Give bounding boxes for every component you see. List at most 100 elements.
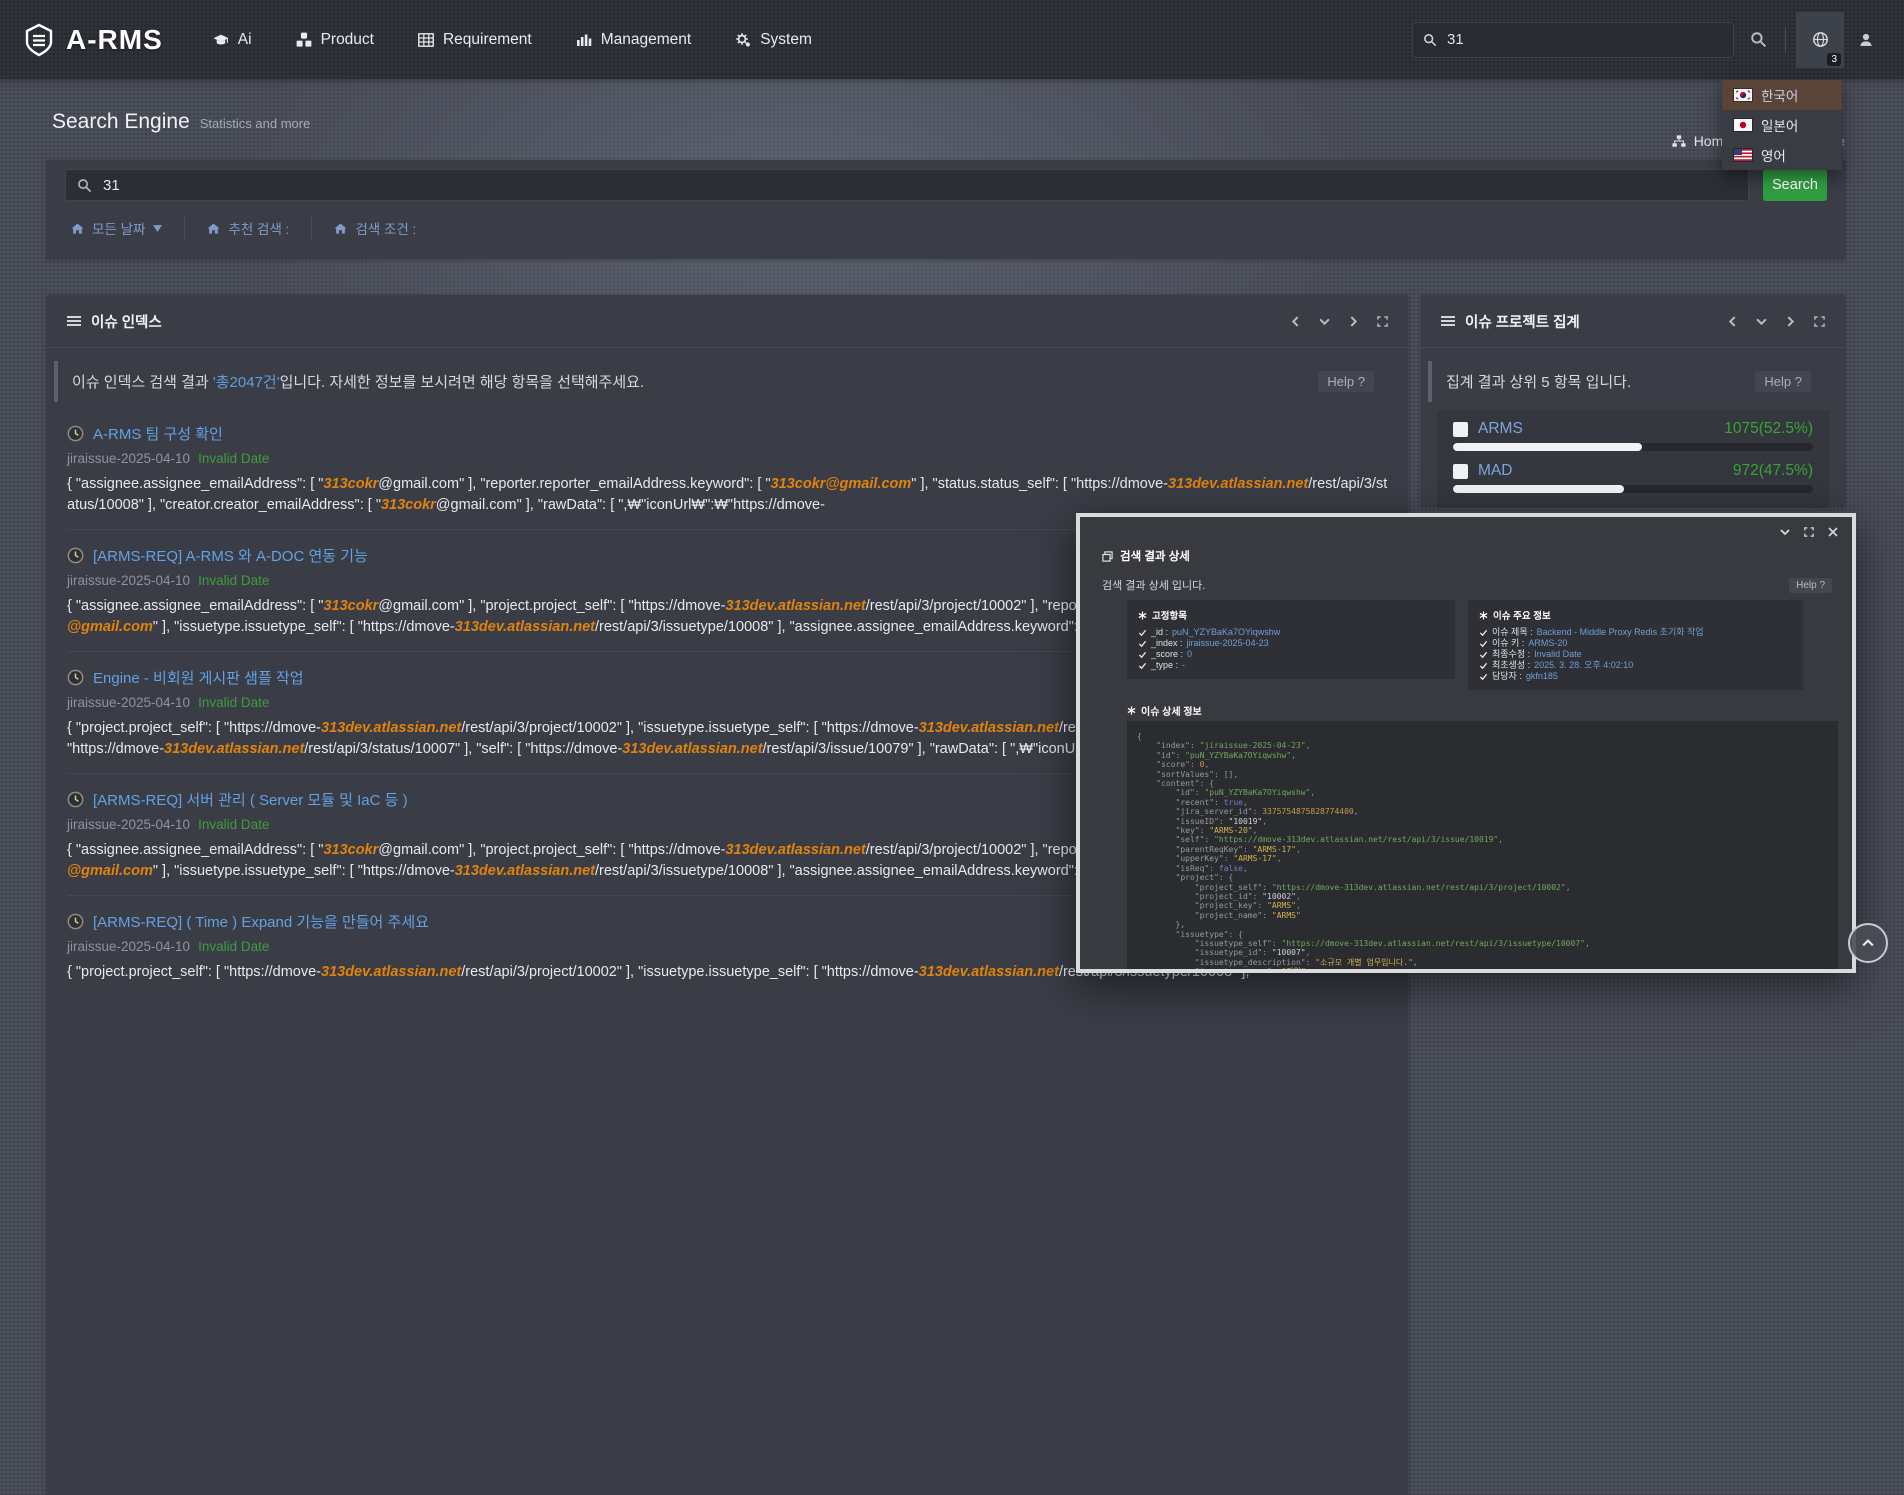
language-button[interactable]: 3 — [1796, 12, 1844, 68]
table-icon — [418, 32, 434, 48]
search-icon — [1423, 33, 1437, 47]
panel-control-2[interactable] — [1756, 316, 1767, 327]
clock-icon — [67, 913, 84, 930]
modal-control-3[interactable] — [1828, 527, 1838, 537]
json-line: "project_key": "ARMS", — [1137, 901, 1828, 910]
clock-icon — [67, 791, 84, 808]
user-icon — [1858, 32, 1874, 48]
detail-field-value: - — [1182, 660, 1185, 671]
agg-checkbox[interactable] — [1453, 422, 1468, 437]
agg-label[interactable]: MAD — [1478, 462, 1512, 480]
scroll-top-button[interactable] — [1848, 923, 1888, 963]
nav-item-system[interactable]: System — [735, 31, 812, 49]
search-detail-modal: 검색 결과 상세 검색 결과 상세 입니다. Help ? 고정항목 _id :… — [1076, 513, 1856, 973]
language-option-korean[interactable]: 한국어 — [1722, 80, 1842, 110]
nav-menu: Ai Product Requirement Management System — [213, 31, 812, 49]
filter-suggested[interactable]: 추천 검색 : — [185, 218, 311, 238]
json-line: "sortValues": [], — [1137, 770, 1828, 779]
json-line: "upperKey": "ARMS-17", — [1137, 854, 1828, 863]
language-option-label: 일본어 — [1761, 115, 1798, 135]
search-term-highlight: 313dev.atlassian.net — [164, 741, 304, 757]
json-line: }, — [1137, 920, 1828, 929]
page-subtitle: Statistics and more — [200, 116, 311, 131]
app-title: A-RMS — [66, 24, 163, 56]
panel-control-1[interactable] — [1290, 316, 1301, 327]
check-icon — [1138, 628, 1147, 637]
flag-kr-icon — [1734, 89, 1752, 101]
language-menu: 한국어일본어영어 — [1722, 80, 1842, 170]
expand-icon — [1377, 316, 1388, 327]
chevron-down-icon — [1319, 316, 1330, 327]
issue-main-info-box: 이슈 주요 정보 이슈 제목 : Backend - Middle Proxy … — [1468, 600, 1803, 690]
agg-label[interactable]: ARMS — [1478, 420, 1523, 438]
issue-index-title-text: 이슈 인덱스 — [91, 311, 162, 332]
panel-control-3[interactable] — [1348, 316, 1359, 327]
nav-item-label: System — [760, 31, 812, 49]
search-term-highlight: 313cokr@gmail.com — [771, 476, 912, 492]
help-button[interactable]: Help ? — [1755, 371, 1811, 392]
agg-checkbox[interactable] — [1453, 464, 1468, 479]
json-line: "issueID": "10019", — [1137, 817, 1828, 826]
nav-item-management[interactable]: Management — [576, 31, 691, 49]
filter-conditions[interactable]: 검색 조건 : — [312, 218, 438, 238]
panel-control-4[interactable] — [1814, 316, 1825, 327]
app-logo[interactable]: A-RMS — [22, 23, 163, 57]
modal-control-1[interactable] — [1780, 527, 1790, 537]
issue-item-link[interactable]: [ARMS-REQ] ( Time ) Expand 기능을 만들어 주세요 — [93, 911, 429, 932]
panel-control-1[interactable] — [1727, 316, 1738, 327]
detail-field-row: _score : 0 — [1138, 649, 1444, 660]
divider — [1785, 27, 1786, 53]
issue-item-source: jiraissue-2025-04-10 — [67, 939, 190, 954]
search-panel: Search 모든 날짜 추천 검색 :검색 조건 : — [47, 160, 1845, 259]
panel-control-3[interactable] — [1785, 316, 1796, 327]
nav-search-input[interactable] — [1445, 30, 1723, 49]
chevron-right-icon — [1785, 316, 1796, 327]
issue-item-link[interactable]: A-RMS 팀 구성 확인 — [93, 423, 223, 444]
issue-detail-json: { "index": "jiraissue-2025-04-23", "id":… — [1127, 721, 1838, 969]
panel-control-2[interactable] — [1319, 316, 1330, 327]
nav-right: 3 — [1412, 0, 1888, 79]
agg-value: 1075(52.5%) — [1724, 420, 1813, 438]
nav-item-product[interactable]: Product — [296, 31, 374, 49]
search-term-highlight: 313dev.atlassian.net — [919, 720, 1059, 736]
language-option-japanese[interactable]: 일본어 — [1722, 110, 1842, 140]
user-button[interactable] — [1844, 12, 1888, 68]
json-line: "isReq": false, — [1137, 864, 1828, 873]
nav-item-label: Requirement — [443, 31, 532, 49]
detail-field-row: _id : puN_YZYBaKa7OYiqwshw — [1138, 627, 1444, 638]
nav-item-label: Product — [321, 31, 374, 49]
nav-item-label: Management — [601, 31, 691, 49]
issue-item-link[interactable]: [ARMS-REQ] A-RMS 와 A-DOC 연동 기능 — [93, 545, 368, 566]
search-term-highlight: 313dev.atlassian.net — [919, 964, 1059, 980]
language-option-english[interactable]: 영어 — [1722, 140, 1842, 170]
search-button[interactable]: Search — [1763, 169, 1827, 201]
search-icon[interactable] — [1750, 31, 1767, 48]
issue-item-source: jiraissue-2025-04-10 — [67, 817, 190, 832]
filter-all-dates[interactable]: 모든 날짜 — [65, 218, 184, 238]
chevron-left-icon — [1290, 316, 1301, 327]
grad-cap-icon — [213, 32, 229, 48]
filter-label: 모든 날짜 — [92, 218, 145, 238]
detail-field-row: 이슈 키 : ARMS-20 — [1479, 638, 1792, 649]
help-button[interactable]: Help ? — [1789, 578, 1832, 593]
detail-field-row: _index : jiraissue-2025-04-23 — [1138, 638, 1444, 649]
issue-item-date-status: Invalid Date — [198, 573, 269, 588]
search-input[interactable] — [101, 176, 1737, 195]
nav-item-requirement[interactable]: Requirement — [418, 31, 532, 49]
home-icon — [334, 222, 347, 235]
fixed-fields-title: 고정항목 — [1138, 608, 1444, 622]
check-icon — [1479, 650, 1488, 659]
issue-detail-title: 이슈 상세 정보 — [1127, 703, 1202, 718]
modal-control-2[interactable] — [1804, 527, 1814, 537]
help-button[interactable]: Help ? — [1318, 371, 1374, 392]
issue-item-link[interactable]: [ARMS-REQ] 서버 관리 ( Server 모듈 및 IaC 등 ) — [93, 789, 408, 810]
agg-progress-track — [1453, 485, 1813, 493]
detail-field-value: 0 — [1187, 649, 1192, 660]
nav-item-ai[interactable]: Ai — [213, 31, 252, 49]
panel-control-4[interactable] — [1377, 316, 1388, 327]
json-line: "score": 0, — [1137, 760, 1828, 769]
issue-item-link[interactable]: Engine - 비회원 게시판 샘플 작업 — [93, 667, 304, 688]
json-line: "project_self": "https://dmove-313dev.at… — [1137, 883, 1828, 892]
detail-field-value: Backend - Middle Proxy Redis 초기화 작업 — [1537, 627, 1704, 638]
clock-icon — [67, 669, 84, 686]
